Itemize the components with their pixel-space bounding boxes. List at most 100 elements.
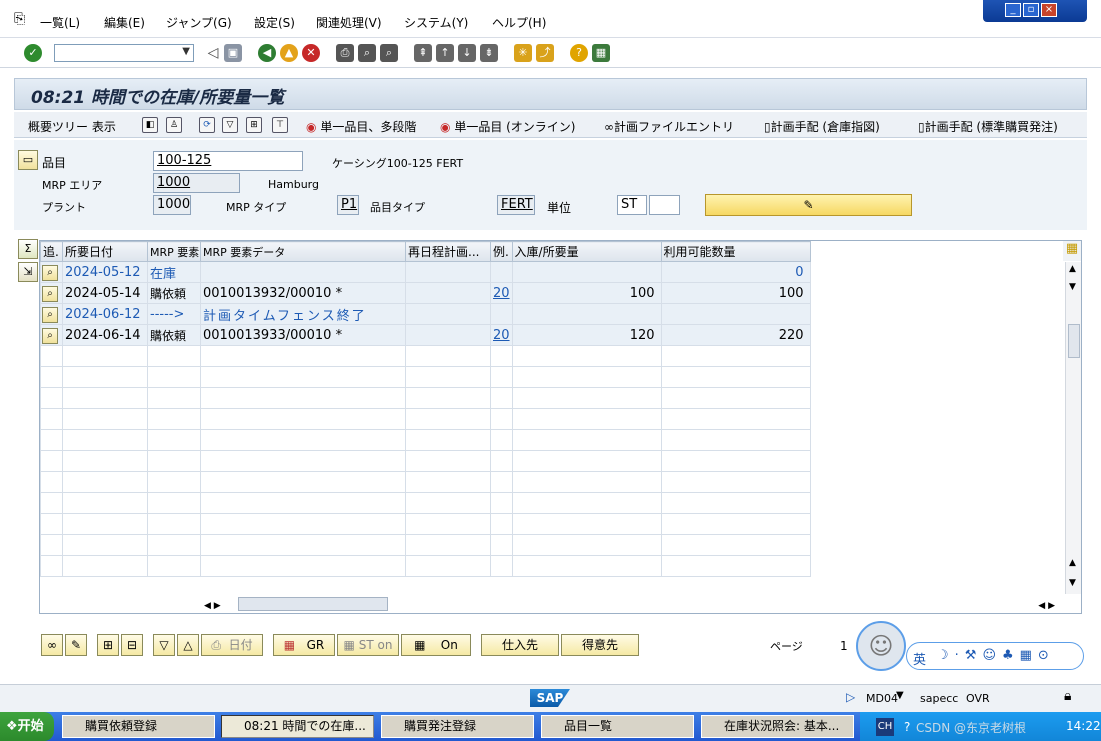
new-session-icon[interactable]: ✳ <box>514 44 532 62</box>
scroll-down-icon[interactable]: ▼ <box>1069 282 1076 292</box>
help-tray-icon[interactable]: ? <box>904 720 910 734</box>
move-icon[interactable]: ⇲ <box>18 262 38 282</box>
menu-system[interactable]: システム(Y) <box>404 14 468 31</box>
restore-icon[interactable]: ▫ <box>1023 3 1039 17</box>
sort-up-icon[interactable]: △ <box>177 634 199 656</box>
detail-magnifier-icon[interactable]: ⌕ <box>42 306 58 323</box>
expand-tree-icon[interactable]: ⊞ <box>97 634 119 656</box>
col-header-receipt-req[interactable]: 入庫/所要量 <box>511 241 662 262</box>
filter-icon[interactable]: ▽ <box>222 117 238 133</box>
chevron-down-icon[interactable]: ▼ <box>182 46 190 57</box>
col-header-element-data[interactable]: MRP 要素データ <box>200 241 406 262</box>
back-arrow-icon[interactable]: ◁ <box>204 44 222 62</box>
st-on-button[interactable]: ▦ ST on <box>337 634 399 656</box>
sort-down-icon[interactable]: ▽ <box>153 634 175 656</box>
scroll-down-icon[interactable]: ▼ <box>1069 578 1076 588</box>
task-purchase-requisition[interactable]: 購買依頼登録 <box>62 715 215 738</box>
material-field[interactable]: 100-125 <box>153 151 303 171</box>
folder-icon[interactable]: ▭ <box>18 150 38 170</box>
single-item-online-button[interactable]: ◉ 単一品目 (オンライン) <box>440 118 576 135</box>
menu-help[interactable]: ヘルプ(H) <box>492 14 546 31</box>
scroll-right-icon[interactable]: ◀ ▶ <box>1038 601 1055 611</box>
glasses-button[interactable]: ∞ <box>41 634 63 656</box>
date-button[interactable]: ⎙ 日付 <box>201 634 263 656</box>
layout-icon[interactable]: ▦ <box>592 44 610 62</box>
edit-button[interactable]: ✎ <box>705 194 912 216</box>
select-icon[interactable]: ⊞ <box>246 117 262 133</box>
task-stock-overview[interactable]: 在庫状況照会: 基本... <box>701 715 854 738</box>
scroll-left-icon[interactable]: ◀ ▶ <box>204 601 221 611</box>
customer-button[interactable]: 得意先 <box>561 634 639 656</box>
assistant-avatar[interactable]: ☺ <box>856 621 906 671</box>
first-page-icon[interactable]: ⇞ <box>414 44 432 62</box>
cancel-icon[interactable]: ✕ <box>302 44 320 62</box>
plan-warehouse-button[interactable]: ▯計画手配 (倉庫指図) <box>764 118 880 135</box>
cell-exception[interactable]: 20 <box>490 324 513 346</box>
row-marker[interactable]: ⌕ <box>40 303 63 325</box>
col-header-exception[interactable]: 例. <box>490 241 513 262</box>
col-header-reschedule[interactable]: 再日程計画... <box>405 241 491 262</box>
command-field[interactable]: ▼ <box>54 44 194 62</box>
menu-icon[interactable]: ⎘ <box>14 11 25 27</box>
shortcut-icon[interactable]: ⤴ <box>536 44 554 62</box>
collapse-tree-icon[interactable]: ⊟ <box>121 634 143 656</box>
cell-exception[interactable]: 20 <box>490 282 513 304</box>
menu-list[interactable]: 一覧(L) <box>40 14 80 31</box>
vendor-button[interactable]: 仕入先 <box>481 634 559 656</box>
on-button[interactable]: ▦ On <box>401 634 471 656</box>
table-row[interactable]: ⌕ 2024-05-14 購依頼 0010013932/00010 * 20 1… <box>40 282 811 304</box>
col-header-date[interactable]: 所要日付 <box>62 241 148 262</box>
horizontal-scrollbar[interactable] <box>238 597 388 611</box>
col-header-element[interactable]: MRP 要素 <box>147 241 201 262</box>
sort-icon[interactable]: ⊤ <box>272 117 288 133</box>
single-item-multilevel-button[interactable]: ◉ 単一品目、多段階 <box>306 118 416 135</box>
detail-magnifier-icon[interactable]: ⌕ <box>42 285 58 302</box>
exit-icon[interactable]: ▲ <box>280 44 298 62</box>
scroll-thumb[interactable] <box>1068 324 1080 358</box>
row-marker[interactable]: ⌕ <box>40 282 63 304</box>
last-page-icon[interactable]: ⇟ <box>480 44 498 62</box>
scroll-up-icon[interactable]: ▲ <box>1069 558 1076 568</box>
print-icon[interactable]: ⎙ <box>336 44 354 62</box>
detail-magnifier-icon[interactable]: ⌕ <box>42 264 58 281</box>
ime-toolbar[interactable]: 英 ☽·⚒☺♣▦⊙ <box>906 642 1084 670</box>
close-icon[interactable]: × <box>1041 3 1057 17</box>
table-row[interactable]: ⌕ 2024-06-14 購依頼 0010013933/00010 * 20 1… <box>40 324 811 346</box>
vertical-scrollbar[interactable]: ▲ ▼ ▲ ▼ <box>1065 262 1081 594</box>
next-page-icon[interactable]: ↓ <box>458 44 476 62</box>
row-marker[interactable]: ⌕ <box>40 324 63 346</box>
status-expand-icon[interactable]: ▷ <box>846 690 855 704</box>
overview-tree-button[interactable]: 概要ツリー 表示 <box>28 118 116 135</box>
start-button[interactable]: ❖开始 <box>0 712 54 741</box>
prev-page-icon[interactable]: ↑ <box>436 44 454 62</box>
task-material-list[interactable]: 品目一覧 <box>541 715 694 738</box>
refresh-icon[interactable]: ⟳ <box>199 117 215 133</box>
plan-standard-purchase-button[interactable]: ▯計画手配 (標準購買発注) <box>918 118 1058 135</box>
planning-file-entry-button[interactable]: ∞計画ファイルエントリ <box>604 118 734 135</box>
col-header-available[interactable]: 利用可能数量 <box>660 241 811 262</box>
back-icon[interactable]: ◀ <box>258 44 276 62</box>
task-stock-requirements[interactable]: 08:21 時間での在庫... <box>221 715 374 738</box>
help-icon[interactable]: ? <box>570 44 588 62</box>
col-header-mark[interactable]: 追. <box>40 241 63 262</box>
enter-icon[interactable]: ✓ <box>24 44 42 62</box>
row-marker[interactable]: ⌕ <box>40 261 63 283</box>
minimize-icon[interactable]: _ <box>1005 3 1021 17</box>
menu-environment[interactable]: 関連処理(V) <box>316 14 382 31</box>
menu-goto[interactable]: ジャンプ(G) <box>166 14 232 31</box>
table-row[interactable]: ⌕ 2024-06-12 -----> 計画タイムフェンス終了 <box>40 303 811 325</box>
chevron-down-icon[interactable]: ▼ <box>896 690 904 701</box>
sum-icon[interactable]: Σ <box>18 239 38 259</box>
language-indicator[interactable]: CH <box>876 718 894 736</box>
scroll-up-icon[interactable]: ▲ <box>1069 264 1076 274</box>
find-next-icon[interactable]: ⌕ <box>380 44 398 62</box>
menu-settings[interactable]: 設定(S) <box>254 14 295 31</box>
user-icon[interactable]: ♙ <box>166 117 182 133</box>
detail-magnifier-icon[interactable]: ⌕ <box>42 327 58 344</box>
table-row[interactable]: ⌕ 2024-05-12 在庫 0 <box>40 261 811 283</box>
layout-grid-icon[interactable]: ▦ <box>1063 241 1081 261</box>
ime-tools-icon[interactable]: ☽·⚒☺♣▦⊙ <box>937 648 1055 663</box>
save-icon[interactable]: ▣ <box>224 44 242 62</box>
detail-icon[interactable]: ◧ <box>142 117 158 133</box>
find-icon[interactable]: ⌕ <box>358 44 376 62</box>
